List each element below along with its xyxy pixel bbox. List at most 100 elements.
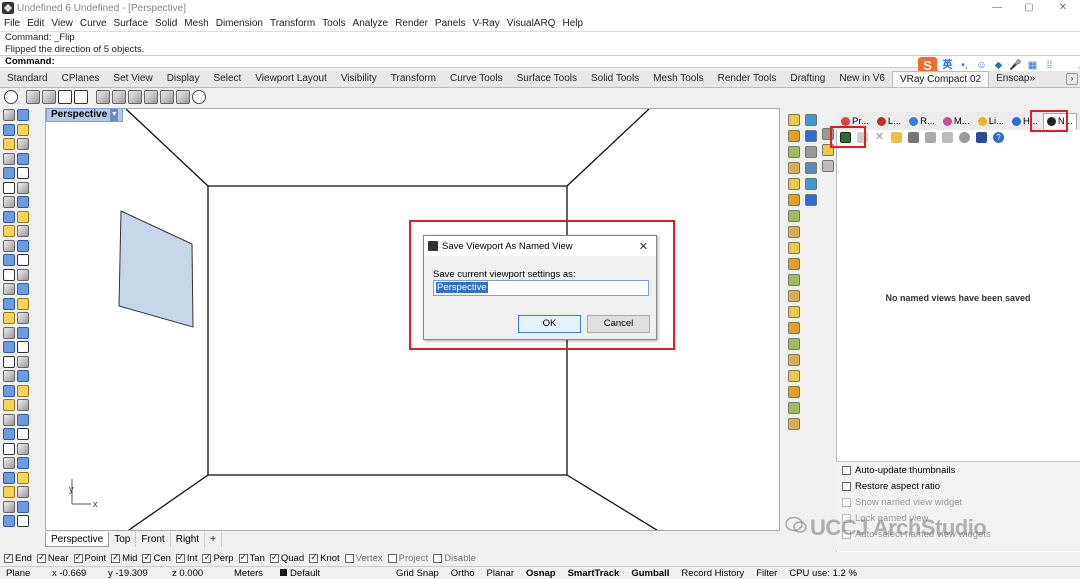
copy-alt-tool-icon[interactable] (17, 457, 29, 470)
rectangle-alt-tool-icon[interactable] (17, 210, 29, 223)
panel-option[interactable]: Auto-update thumbnails (836, 462, 1080, 478)
curve-tool-icon[interactable] (3, 239, 15, 252)
sphere-alt-tool-icon[interactable] (17, 355, 29, 368)
vray-tool-icon[interactable] (788, 258, 800, 270)
ghosted-icon[interactable] (144, 90, 158, 104)
vray-tool-icon[interactable] (788, 130, 800, 142)
vray-tool-icon[interactable] (788, 402, 800, 414)
osnap-near[interactable]: Near (36, 552, 69, 564)
help-icon[interactable]: ? (993, 131, 1004, 143)
sweep-alt-tool-icon[interactable] (17, 326, 29, 339)
wall-plane-object[interactable] (118, 210, 194, 328)
vray-tool-icon[interactable] (788, 370, 800, 382)
grid-snap-toggle[interactable]: Grid Snap (390, 568, 445, 579)
osnap-mid[interactable]: Mid (111, 552, 137, 564)
fillet-alt-tool-icon[interactable] (17, 254, 29, 267)
menu-curve[interactable]: Curve (80, 18, 107, 29)
camera-icon[interactable] (959, 131, 970, 143)
vray-tool-icon[interactable] (788, 290, 800, 302)
visualarq-tool-icon[interactable] (805, 194, 817, 206)
extrude-alt-tool-icon[interactable] (17, 297, 29, 310)
panel-tab[interactable]: L... (874, 113, 904, 129)
viewport-title[interactable]: Perspective ▼ (46, 108, 124, 122)
panel-tab[interactable]: M... (940, 113, 973, 129)
osnap-checkbox[interactable] (309, 552, 319, 563)
thumbnail-view-icon[interactable] (976, 131, 987, 143)
wireframe-icon[interactable] (96, 90, 110, 104)
ok-button[interactable]: OK (518, 315, 581, 333)
vray-tool-icon[interactable] (788, 322, 800, 334)
menu-help[interactable]: Help (562, 18, 583, 29)
ellipse-tool-icon[interactable] (3, 196, 15, 209)
vray-tool-icon[interactable] (788, 162, 800, 174)
tab-mesh-tools[interactable]: Mesh Tools (646, 71, 710, 87)
osnap-checkbox[interactable] (73, 552, 83, 563)
box-tool-icon[interactable] (3, 341, 15, 354)
osnap-end[interactable]: End (4, 552, 32, 564)
dimension-tool-icon[interactable] (3, 428, 15, 441)
array-tool-icon[interactable] (3, 500, 15, 513)
osnap-checkbox[interactable] (344, 554, 354, 563)
menu-analyze[interactable]: Analyze (353, 18, 389, 29)
panel-tab[interactable]: R... (906, 113, 938, 129)
sphere-tool-icon[interactable] (3, 355, 15, 368)
polyline-alt-tool-icon[interactable] (17, 152, 29, 165)
select-alt-tool-icon[interactable] (17, 109, 29, 122)
gumball-toggle[interactable]: Gumball (625, 568, 675, 579)
tab-standard[interactable]: Standard (0, 71, 55, 87)
menu-render[interactable]: Render (395, 18, 428, 29)
viewport-icon[interactable] (58, 90, 72, 104)
cylinder-alt-tool-icon[interactable] (17, 370, 29, 383)
vray-tool-icon[interactable] (788, 194, 800, 206)
menu-mesh[interactable]: Mesh (184, 18, 208, 29)
osnap-checkbox[interactable] (433, 554, 443, 563)
osnap-checkbox[interactable] (269, 552, 279, 563)
option-checkbox[interactable] (842, 465, 851, 475)
osnap-cen[interactable]: Cen (142, 552, 171, 564)
scale-tool-icon[interactable] (3, 486, 15, 499)
add-viewport-tab-button[interactable]: + (205, 531, 222, 547)
vray-tool-icon[interactable] (788, 354, 800, 366)
boolean-alt-tool-icon[interactable] (17, 384, 29, 397)
viewport-tab-front[interactable]: Front (136, 531, 171, 547)
dialog-close-icon[interactable]: ✕ (639, 240, 648, 253)
cancel-button[interactable]: Cancel (587, 315, 650, 333)
tab-new-in-v6[interactable]: New in V6 (832, 71, 892, 87)
tab-select[interactable]: Select (207, 71, 249, 87)
osnap-tan[interactable]: Tan (238, 552, 265, 564)
view-name-input[interactable]: Perspective (433, 280, 649, 296)
ortho-toggle[interactable]: Ortho (445, 568, 481, 579)
tab-overflow-icon[interactable]: › (1066, 73, 1078, 85)
panel-tab[interactable]: Li... (975, 113, 1007, 129)
osnap-project[interactable]: Project (387, 553, 428, 564)
tab-transform[interactable]: Transform (384, 71, 443, 87)
text-tool-icon[interactable] (3, 413, 15, 426)
osnap-toggle[interactable]: Osnap (520, 568, 562, 579)
panel-option[interactable]: Restore aspect ratio (836, 478, 1080, 494)
osnap-disable[interactable]: Disable (433, 553, 476, 564)
points-tool-icon[interactable] (3, 123, 15, 136)
vray-tool-icon[interactable] (788, 226, 800, 238)
vray-tool-icon[interactable] (788, 274, 800, 286)
check-tool-icon[interactable] (3, 515, 15, 528)
tab-drafting[interactable]: Drafting (783, 71, 832, 87)
surface-alt-tool-icon[interactable] (17, 283, 29, 296)
osnap-checkbox[interactable] (142, 552, 152, 563)
smarttrack-toggle[interactable]: SmartTrack (562, 568, 626, 579)
filter-toggle[interactable]: Filter (750, 568, 783, 579)
tab-display[interactable]: Display (160, 71, 207, 87)
osnap-vertex[interactable]: Vertex (344, 553, 383, 564)
vray-tool-icon[interactable] (788, 242, 800, 254)
technical-icon[interactable] (176, 90, 190, 104)
menu-transform[interactable]: Transform (270, 18, 315, 29)
osnap-knot[interactable]: Knot (309, 552, 340, 564)
rectangle-tool-icon[interactable] (3, 210, 15, 223)
viewport-tab-perspective[interactable]: Perspective (45, 531, 110, 547)
cplane-field[interactable]: Plane (0, 568, 46, 579)
osnap-int[interactable]: Int (175, 552, 197, 564)
named-view-icon[interactable] (192, 90, 206, 104)
vray-tool-icon[interactable] (788, 306, 800, 318)
menu-file[interactable]: File (4, 18, 20, 29)
circle-tool-icon[interactable] (3, 167, 15, 180)
surface-tool-icon[interactable] (3, 283, 15, 296)
